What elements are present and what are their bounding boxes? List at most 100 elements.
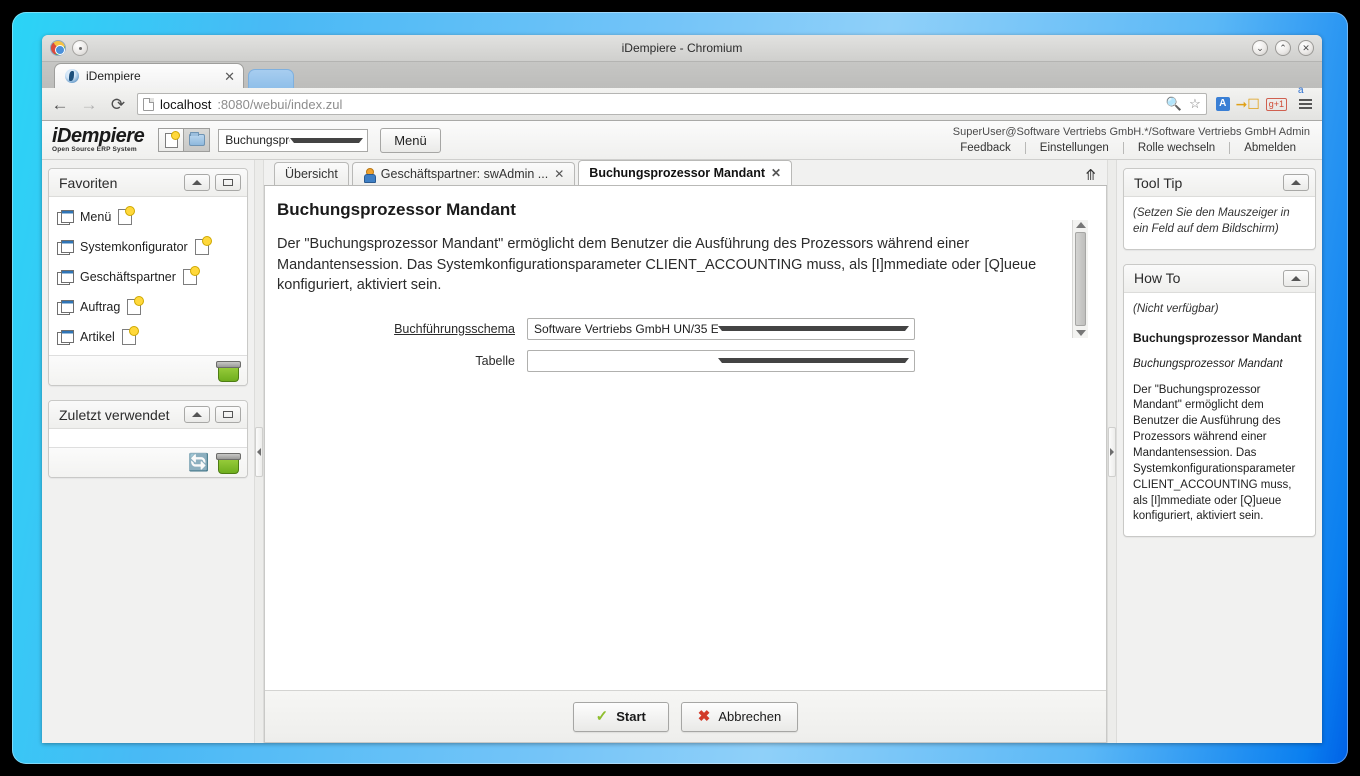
address-bar[interactable]: localhost :8080/webui/index.zul 🔍 ☆ xyxy=(137,93,1207,115)
link-abmelden[interactable]: Abmelden xyxy=(1230,142,1310,154)
recent-maximize-button[interactable] xyxy=(215,406,241,423)
menu-button[interactable]: Menü xyxy=(380,127,441,153)
chrome-menu-icon[interactable]: a xyxy=(1296,86,1314,113)
red-x-icon: ✖ xyxy=(697,708,711,725)
chromium-logo-icon xyxy=(50,40,66,56)
tab-label: Übersicht xyxy=(285,167,338,181)
howto-title: How To xyxy=(1134,270,1181,287)
page-title: Buchungsprozessor Mandant xyxy=(277,200,516,219)
link-feedback[interactable]: Feedback xyxy=(946,142,1025,154)
chevron-down-icon xyxy=(717,326,909,332)
bookmark-star-icon[interactable]: ☆ xyxy=(1189,96,1201,112)
new-document-icon[interactable] xyxy=(158,128,185,152)
translate-icon[interactable]: A xyxy=(1215,97,1230,111)
trash-icon[interactable] xyxy=(216,453,241,474)
left-sidebar-collapse-handle[interactable] xyxy=(254,160,264,743)
buchfuehrungsschema-select[interactable]: Software Vertriebs GmbH UN/35 Euro xyxy=(527,317,915,340)
favorite-item-geschaeftspartner[interactable]: Geschäftspartner xyxy=(57,265,239,289)
cancel-button[interactable]: ✖ Abbrechen xyxy=(680,701,799,732)
main-content: Übersicht Geschäftspartner: swAdmin ... … xyxy=(264,160,1107,743)
desktop-background: iDempiere - Chromium ⌄ ⌃ ✕ iDempiere ✕ ← xyxy=(0,0,1360,776)
chevron-left-icon xyxy=(257,447,261,456)
howto-panel-header: How To xyxy=(1124,264,1315,293)
url-path: :8080/webui/index.zul xyxy=(217,96,343,112)
trash-icon[interactable] xyxy=(216,361,241,382)
logo-title: iDempiere xyxy=(52,125,145,148)
favorites-maximize-button[interactable] xyxy=(215,174,241,191)
tooltip-collapse-button[interactable] xyxy=(1283,174,1309,191)
idempiere-logo: iDempiere Open Source ERP System xyxy=(52,125,145,154)
note-icon[interactable] xyxy=(194,236,212,255)
note-icon[interactable] xyxy=(118,206,136,225)
scroll-down-icon[interactable] xyxy=(1075,330,1086,336)
window-icon xyxy=(57,210,74,225)
tab-close-icon[interactable]: ✕ xyxy=(554,167,564,181)
howto-body: (Nicht verfügbar) Buchungsprozessor Mand… xyxy=(1124,293,1315,537)
field-label: Buchführungsschema xyxy=(394,321,515,336)
note-icon[interactable] xyxy=(182,266,200,285)
favorites-panel-footer xyxy=(49,355,247,385)
double-chevron-up-icon[interactable]: ⤊ xyxy=(1084,168,1097,183)
minimize-button[interactable]: ⌄ xyxy=(1252,40,1268,56)
browser-tab-close-icon[interactable]: ✕ xyxy=(224,70,235,83)
cancel-button-label: Abbrechen xyxy=(718,709,782,724)
favorite-item-systemkonfigurator[interactable]: Systemkonfigurator xyxy=(57,235,239,259)
howto-subheading: Buchungsprozessor Mandant xyxy=(1133,357,1283,370)
favorite-label: Systemkonfigurator xyxy=(80,240,188,254)
tab-label: Geschäftspartner: swAdmin ... xyxy=(380,167,549,181)
browser-tab-title: iDempiere xyxy=(86,69,141,83)
tab-buchungsprozessor-mandant[interactable]: Buchungsprozessor Mandant ✕ xyxy=(578,160,793,185)
url-host: localhost xyxy=(160,96,212,112)
favorites-panel: Favoriten Menü Systemkonfigurator Geschä… xyxy=(48,168,248,386)
tabelle-select[interactable] xyxy=(527,349,915,372)
page-info-icon[interactable] xyxy=(143,97,154,111)
favorite-item-artikel[interactable]: Artikel xyxy=(57,325,239,349)
note-icon[interactable] xyxy=(121,326,139,345)
process-panel: Buchungsprozessor Mandant Der "Buchungsp… xyxy=(264,186,1107,743)
restore-icon xyxy=(223,179,233,186)
browser-titlebar: iDempiere - Chromium ⌄ ⌃ ✕ xyxy=(42,35,1322,62)
left-sidebar: Favoriten Menü Systemkonfigurator Geschä… xyxy=(42,160,254,743)
tab-geschaeftspartner[interactable]: Geschäftspartner: swAdmin ... ✕ xyxy=(351,162,576,185)
maximize-button[interactable]: ⌃ xyxy=(1275,40,1291,56)
reload-icon[interactable]: ⟳ xyxy=(108,96,128,113)
recent-collapse-button[interactable] xyxy=(184,406,210,423)
scrollbar-thumb[interactable] xyxy=(1075,232,1086,326)
link-einstellungen[interactable]: Einstellungen xyxy=(1026,142,1123,154)
logged-in-user: SuperUser@Software Vertriebs GmbH.*/Soft… xyxy=(952,126,1310,138)
tooltip-panel-header: Tool Tip xyxy=(1124,169,1315,197)
close-button[interactable]: ✕ xyxy=(1298,40,1314,56)
window-icon xyxy=(57,270,74,285)
right-sidebar-collapse-handle[interactable] xyxy=(1107,160,1117,743)
refresh-icon[interactable]: 🔄 xyxy=(188,453,209,472)
zoom-icon[interactable]: 🔍 xyxy=(1166,96,1182,112)
description-scrollbar[interactable] xyxy=(1072,220,1088,338)
link-rolle-wechseln[interactable]: Rolle wechseln xyxy=(1124,142,1229,154)
scroll-up-icon[interactable] xyxy=(1075,222,1086,228)
tab-label: Buchungsprozessor Mandant xyxy=(589,166,766,180)
triangle-up-icon xyxy=(1291,180,1301,185)
forward-icon[interactable]: → xyxy=(79,96,99,113)
idempiere-app: iDempiere Open Source ERP System Buchung… xyxy=(42,121,1322,743)
note-icon[interactable] xyxy=(127,296,145,315)
open-folder-icon[interactable] xyxy=(184,128,211,152)
back-icon[interactable]: ← xyxy=(50,96,70,113)
send-to-phone-icon[interactable]: ➞☐ xyxy=(1236,95,1260,113)
tab-uebersicht[interactable]: Übersicht xyxy=(274,162,349,185)
new-tab-button[interactable] xyxy=(248,69,294,88)
window-icon xyxy=(57,330,74,345)
google-plus-icon[interactable]: g+1 xyxy=(1265,97,1287,111)
tab-close-icon[interactable]: ✕ xyxy=(771,166,781,180)
start-button[interactable]: ✓ Start xyxy=(572,701,669,732)
favorite-item-menu[interactable]: Menü xyxy=(57,205,239,229)
howto-collapse-button[interactable] xyxy=(1283,269,1309,287)
chevron-right-icon xyxy=(1110,447,1114,456)
favorite-item-auftrag[interactable]: Auftrag xyxy=(57,295,239,319)
browser-tab[interactable]: iDempiere ✕ xyxy=(54,63,244,88)
favorites-collapse-button[interactable] xyxy=(184,174,210,191)
app-body: Favoriten Menü Systemkonfigurator Geschä… xyxy=(42,160,1322,743)
window-menu-icon[interactable] xyxy=(72,40,88,56)
process-actions: ✓ Start ✖ Abbrechen xyxy=(265,690,1106,742)
tooltip-body: (Setzen Sie den Mauszeiger in ein Feld a… xyxy=(1124,197,1315,249)
window-selector-combo[interactable]: Buchungsprozessor Ma xyxy=(218,128,369,152)
